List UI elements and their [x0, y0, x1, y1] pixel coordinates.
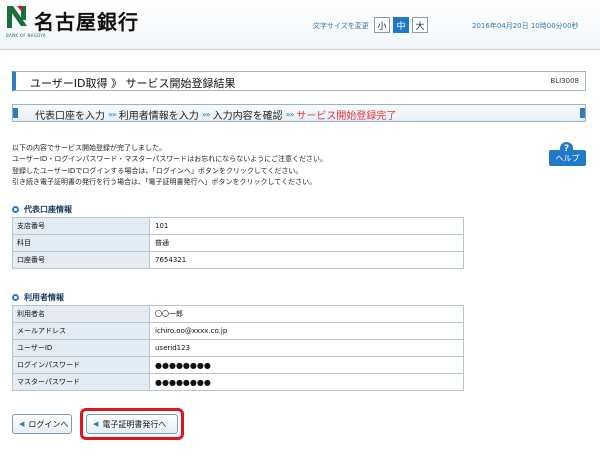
progress-steps: 代表口座を入力 »» 利用者情報を入力 »» 入力内容を確認 »» サービス開始…: [12, 104, 586, 122]
login-password-label: ログインパスワード: [12, 356, 150, 374]
left-arrow-icon: ◀: [93, 420, 99, 428]
user-info-table: 利用者名 〇〇一郎 メールアドレス ichiro.oo@xxxx.co.jp ユ…: [12, 305, 464, 391]
message-line: ユーザーID・ログインパスワード・マスターパスワードはお忘れにならないようにご注…: [12, 155, 327, 164]
account-number-value: 7654321: [149, 251, 464, 269]
email-value: ichiro.oo@xxxx.co.jp: [149, 322, 464, 340]
user-id-label: ユーザーID: [12, 339, 150, 357]
step-separator-icon: »»: [108, 110, 117, 119]
table-row: ユーザーID userid123: [12, 339, 464, 357]
account-type-label: 科目: [12, 234, 150, 252]
account-type-value: 普通: [149, 234, 464, 252]
help-button[interactable]: ヘルプ ?: [549, 142, 586, 166]
bank-logo-subtext: BANK OF NAGOYA: [6, 33, 46, 38]
table-row: 利用者名 〇〇一郎: [12, 305, 464, 323]
table-row: メールアドレス ichiro.oo@xxxx.co.jp: [12, 322, 464, 340]
step-account-input: 代表口座を入力: [35, 111, 105, 122]
user-section-heading: 利用者情報: [12, 292, 64, 303]
step-complete: サービス開始登録完了: [296, 111, 397, 122]
font-size-medium-button[interactable]: 中: [393, 17, 409, 33]
table-row: ログインパスワード ●●●●●●●●: [12, 356, 464, 374]
section-bullet-icon: [12, 294, 19, 301]
screen-id: BLI3008: [550, 77, 579, 85]
table-row: 口座番号 7654321: [12, 251, 464, 269]
step-separator-icon: »»: [285, 110, 295, 119]
step-user-info-input: 利用者情報を入力: [118, 111, 199, 122]
branch-number-label: 支店番号: [12, 217, 150, 235]
certificate-button-label: 電子証明書発行へ: [102, 419, 167, 429]
page-title: ユーザーID取得 》 サービス開始登録結果: [30, 77, 236, 90]
account-number-label: 口座番号: [12, 251, 150, 269]
login-button[interactable]: ◀ ログインへ: [12, 414, 72, 434]
left-arrow-icon: ◀: [19, 420, 25, 428]
steps-right-marker: [580, 108, 585, 118]
table-row: 支店番号 101: [12, 217, 464, 235]
bank-logo[interactable]: BANK OF NAGOYA 名古屋銀行: [6, 4, 139, 38]
page-title-box: ユーザーID取得 》 サービス開始登録結果 BLI3008: [12, 71, 586, 91]
result-message: 以下の内容でサービス開始登録が完了しました。 ユーザーID・ログインパスワード・…: [12, 143, 532, 188]
user-id-value: userid123: [149, 339, 464, 357]
steps-left-marker: [13, 108, 18, 118]
login-button-label: ログインへ: [28, 419, 69, 429]
master-password-label: マスターパスワード: [12, 373, 150, 391]
help-question-icon: ?: [560, 142, 573, 155]
bank-logo-icon: BANK OF NAGOYA: [6, 4, 46, 38]
current-datetime: 2016年04月20日 10時00分00秒: [472, 22, 579, 30]
branch-number-value: 101: [149, 217, 464, 235]
table-row: 科目 普通: [12, 234, 464, 252]
step-separator-icon: »»: [201, 110, 211, 119]
message-line: 引き続き電子証明書の発行を行う場合は、「電子証明書発行へ」ボタンをクリックしてく…: [12, 177, 317, 186]
login-password-value: ●●●●●●●●: [149, 356, 464, 374]
user-name-value: 〇〇一郎: [149, 305, 464, 323]
bank-name: 名古屋銀行: [34, 10, 139, 34]
section-bullet-icon: [12, 206, 19, 213]
font-size-label: 文字サイズを変更: [313, 22, 369, 30]
user-section-title: 利用者情報: [24, 293, 64, 302]
header: BANK OF NAGOYA 名古屋銀行 文字サイズを変更 小 中 大 2016…: [0, 0, 600, 50]
step-confirm: 入力内容を確認: [212, 111, 283, 122]
master-password-value: ●●●●●●●●: [149, 373, 464, 391]
table-row: マスターパスワード ●●●●●●●●: [12, 373, 464, 391]
account-section-title: 代表口座情報: [24, 205, 72, 214]
certificate-button[interactable]: ◀ 電子証明書発行へ: [86, 414, 178, 434]
message-line: 登録したユーザーIDでログインする場合は、「ログインへ」ボタンをクリックしてくだ…: [12, 166, 303, 175]
email-label: メールアドレス: [12, 322, 150, 340]
font-size-small-button[interactable]: 小: [374, 17, 390, 33]
account-section-heading: 代表口座情報: [12, 204, 72, 215]
message-line: 以下の内容でサービス開始登録が完了しました。: [12, 144, 166, 152]
user-name-label: 利用者名: [12, 305, 150, 323]
account-info-table: 支店番号 101 科目 普通 口座番号 7654321: [12, 217, 464, 269]
font-size-large-button[interactable]: 大: [412, 17, 428, 33]
